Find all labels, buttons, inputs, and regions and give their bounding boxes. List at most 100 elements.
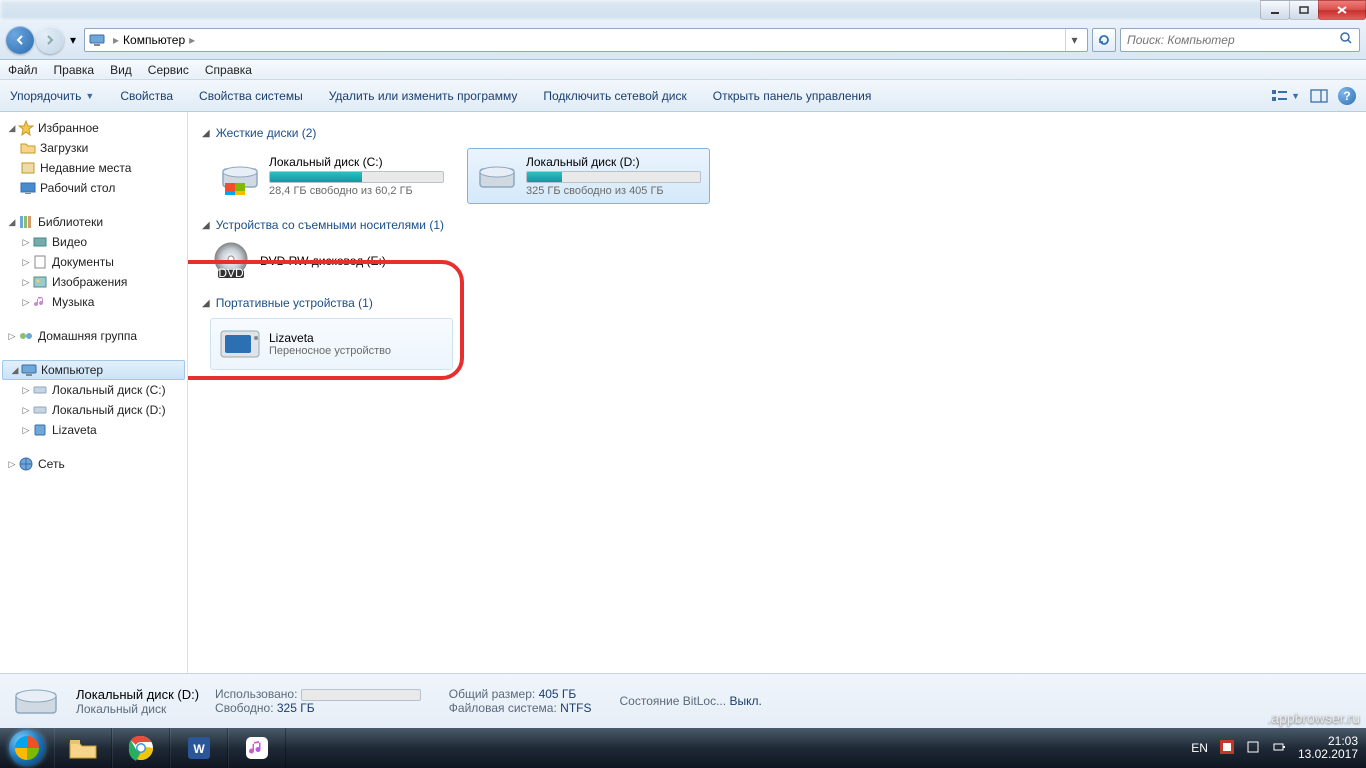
sidebar-music[interactable]: ▷Музыка <box>0 292 187 312</box>
organize-button[interactable]: Упорядочить▼ <box>10 89 94 103</box>
address-bar-row: ▾ ▸ Компьютер ▸ ▾ <box>0 20 1366 60</box>
hdd-icon <box>219 155 261 197</box>
tray-flag-icon[interactable] <box>1220 740 1234 757</box>
favorites-group[interactable]: ◢Избранное <box>0 118 187 138</box>
taskbar: W EN 21:03 13.02.2017 <box>0 728 1366 768</box>
drive-icon <box>32 382 48 398</box>
sidebar-desktop[interactable]: Рабочий стол <box>0 178 187 198</box>
minimize-button[interactable] <box>1260 0 1290 20</box>
drive-icon <box>32 402 48 418</box>
sidebar-videos[interactable]: ▷Видео <box>0 232 187 252</box>
menu-view[interactable]: Вид <box>110 63 132 77</box>
used-label: Использовано: <box>215 687 297 701</box>
breadcrumb-computer[interactable]: Компьютер <box>123 33 185 47</box>
breadcrumb-sep-icon: ▸ <box>113 33 119 47</box>
section-hard-disks[interactable]: ◢Жесткие диски (2) <box>202 126 1352 140</box>
menu-edit[interactable]: Правка <box>54 63 95 77</box>
drive-d-bar <box>526 171 701 183</box>
nav-history-dropdown[interactable]: ▾ <box>66 26 80 54</box>
tray-power-icon[interactable] <box>1272 740 1286 757</box>
taskbar-explorer[interactable] <box>54 728 112 768</box>
computer-icon <box>89 32 105 48</box>
fs-label: Файловая система: <box>449 701 557 715</box>
dvd-icon: DVD <box>210 240 252 282</box>
free-label: Свободно: <box>215 701 274 715</box>
properties-button[interactable]: Свойства <box>120 89 173 103</box>
view-options-button[interactable]: ▼ <box>1271 88 1300 104</box>
refresh-button[interactable] <box>1092 28 1116 52</box>
star-icon <box>18 120 34 136</box>
taskbar-chrome[interactable] <box>112 728 170 768</box>
documents-icon <box>32 254 48 270</box>
svg-text:W: W <box>193 742 205 756</box>
drive-c-free: 28,4 ГБ свободно из 60,2 ГБ <box>269 185 444 197</box>
section-portable[interactable]: ◢Портативные устройства (1) <box>202 296 1352 310</box>
drive-c[interactable]: Локальный диск (C:) 28,4 ГБ свободно из … <box>210 148 453 204</box>
search-box[interactable] <box>1120 28 1360 52</box>
menu-file[interactable]: Файл <box>8 63 38 77</box>
watermark: .appbrowser.ru <box>1267 710 1360 726</box>
navigation-pane: ◢Избранное Загрузки Недавние места Рабоч… <box>0 112 188 673</box>
section-removable[interactable]: ◢Устройства со съемными носителями (1) <box>202 218 1352 232</box>
sidebar-drive-c[interactable]: ▷Локальный диск (C:) <box>0 380 187 400</box>
search-icon[interactable] <box>1339 31 1353 48</box>
control-panel-button[interactable]: Открыть панель управления <box>713 89 872 103</box>
menu-service[interactable]: Сервис <box>148 63 189 77</box>
computer-icon <box>21 362 37 378</box>
dvd-drive[interactable]: DVD DVD RW дисковод (E:) <box>210 240 1352 282</box>
help-button[interactable]: ? <box>1338 87 1356 105</box>
maximize-button[interactable] <box>1289 0 1319 20</box>
address-dropdown[interactable]: ▾ <box>1065 29 1083 51</box>
map-drive-button[interactable]: Подключить сетевой диск <box>543 89 686 103</box>
address-bar[interactable]: ▸ Компьютер ▸ ▾ <box>84 28 1088 52</box>
sidebar-drive-d[interactable]: ▷Локальный диск (D:) <box>0 400 187 420</box>
total-val: 405 ГБ <box>539 687 577 701</box>
drive-c-bar <box>269 171 444 183</box>
breadcrumb-sep-icon: ▸ <box>189 33 195 47</box>
sidebar-recent[interactable]: Недавние места <box>0 158 187 178</box>
menu-help[interactable]: Справка <box>205 63 252 77</box>
drive-d-name: Локальный диск (D:) <box>526 155 701 169</box>
fs-val: NTFS <box>560 701 591 715</box>
tray-action-center-icon[interactable] <box>1246 740 1260 757</box>
pictures-icon <box>32 274 48 290</box>
taskbar-itunes[interactable] <box>228 728 286 768</box>
system-properties-button[interactable]: Свойства системы <box>199 89 303 103</box>
sidebar-network[interactable]: ▷Сеть <box>0 454 187 474</box>
libraries-group[interactable]: ◢Библиотеки <box>0 212 187 232</box>
details-subtitle: Локальный диск <box>76 702 199 716</box>
sidebar-pictures[interactable]: ▷Изображения <box>0 272 187 292</box>
taskbar-word[interactable]: W <box>170 728 228 768</box>
hdd-icon <box>12 681 60 721</box>
homegroup[interactable]: ▷Домашняя группа <box>0 326 187 346</box>
drive-d-free: 325 ГБ свободно из 405 ГБ <box>526 185 701 197</box>
device-icon <box>32 422 48 438</box>
content-pane: ◢Жесткие диски (2) Локальный диск (C:) 2… <box>188 112 1366 673</box>
recent-icon <box>20 160 36 176</box>
close-button[interactable] <box>1318 0 1366 20</box>
uninstall-button[interactable]: Удалить или изменить программу <box>329 89 518 103</box>
portable-device[interactable]: Lizaveta Переносное устройство <box>210 318 453 370</box>
homegroup-icon <box>18 328 34 344</box>
desktop-icon <box>20 180 36 196</box>
tray-lang[interactable]: EN <box>1191 741 1208 755</box>
sidebar-lizaveta[interactable]: ▷Lizaveta <box>0 420 187 440</box>
svg-text:DVD: DVD <box>218 266 244 280</box>
bitlocker-val: Выкл. <box>729 694 761 708</box>
dvd-name: DVD RW дисковод (E:) <box>260 254 386 268</box>
preview-pane-button[interactable] <box>1310 88 1328 104</box>
sidebar-documents[interactable]: ▷Документы <box>0 252 187 272</box>
start-button[interactable] <box>0 728 54 768</box>
tray-clock[interactable]: 21:03 13.02.2017 <box>1298 735 1358 761</box>
sidebar-computer[interactable]: ◢Компьютер <box>2 360 185 380</box>
menu-bar: Файл Правка Вид Сервис Справка <box>0 60 1366 80</box>
drive-c-name: Локальный диск (C:) <box>269 155 444 169</box>
forward-button[interactable] <box>36 26 64 54</box>
sidebar-downloads[interactable]: Загрузки <box>0 138 187 158</box>
details-pane: Локальный диск (D:) Локальный диск Испол… <box>0 673 1366 728</box>
libraries-icon <box>18 214 34 230</box>
search-input[interactable] <box>1127 33 1339 47</box>
drive-d[interactable]: Локальный диск (D:) 325 ГБ свободно из 4… <box>467 148 710 204</box>
back-button[interactable] <box>6 26 34 54</box>
used-bar <box>301 689 421 701</box>
